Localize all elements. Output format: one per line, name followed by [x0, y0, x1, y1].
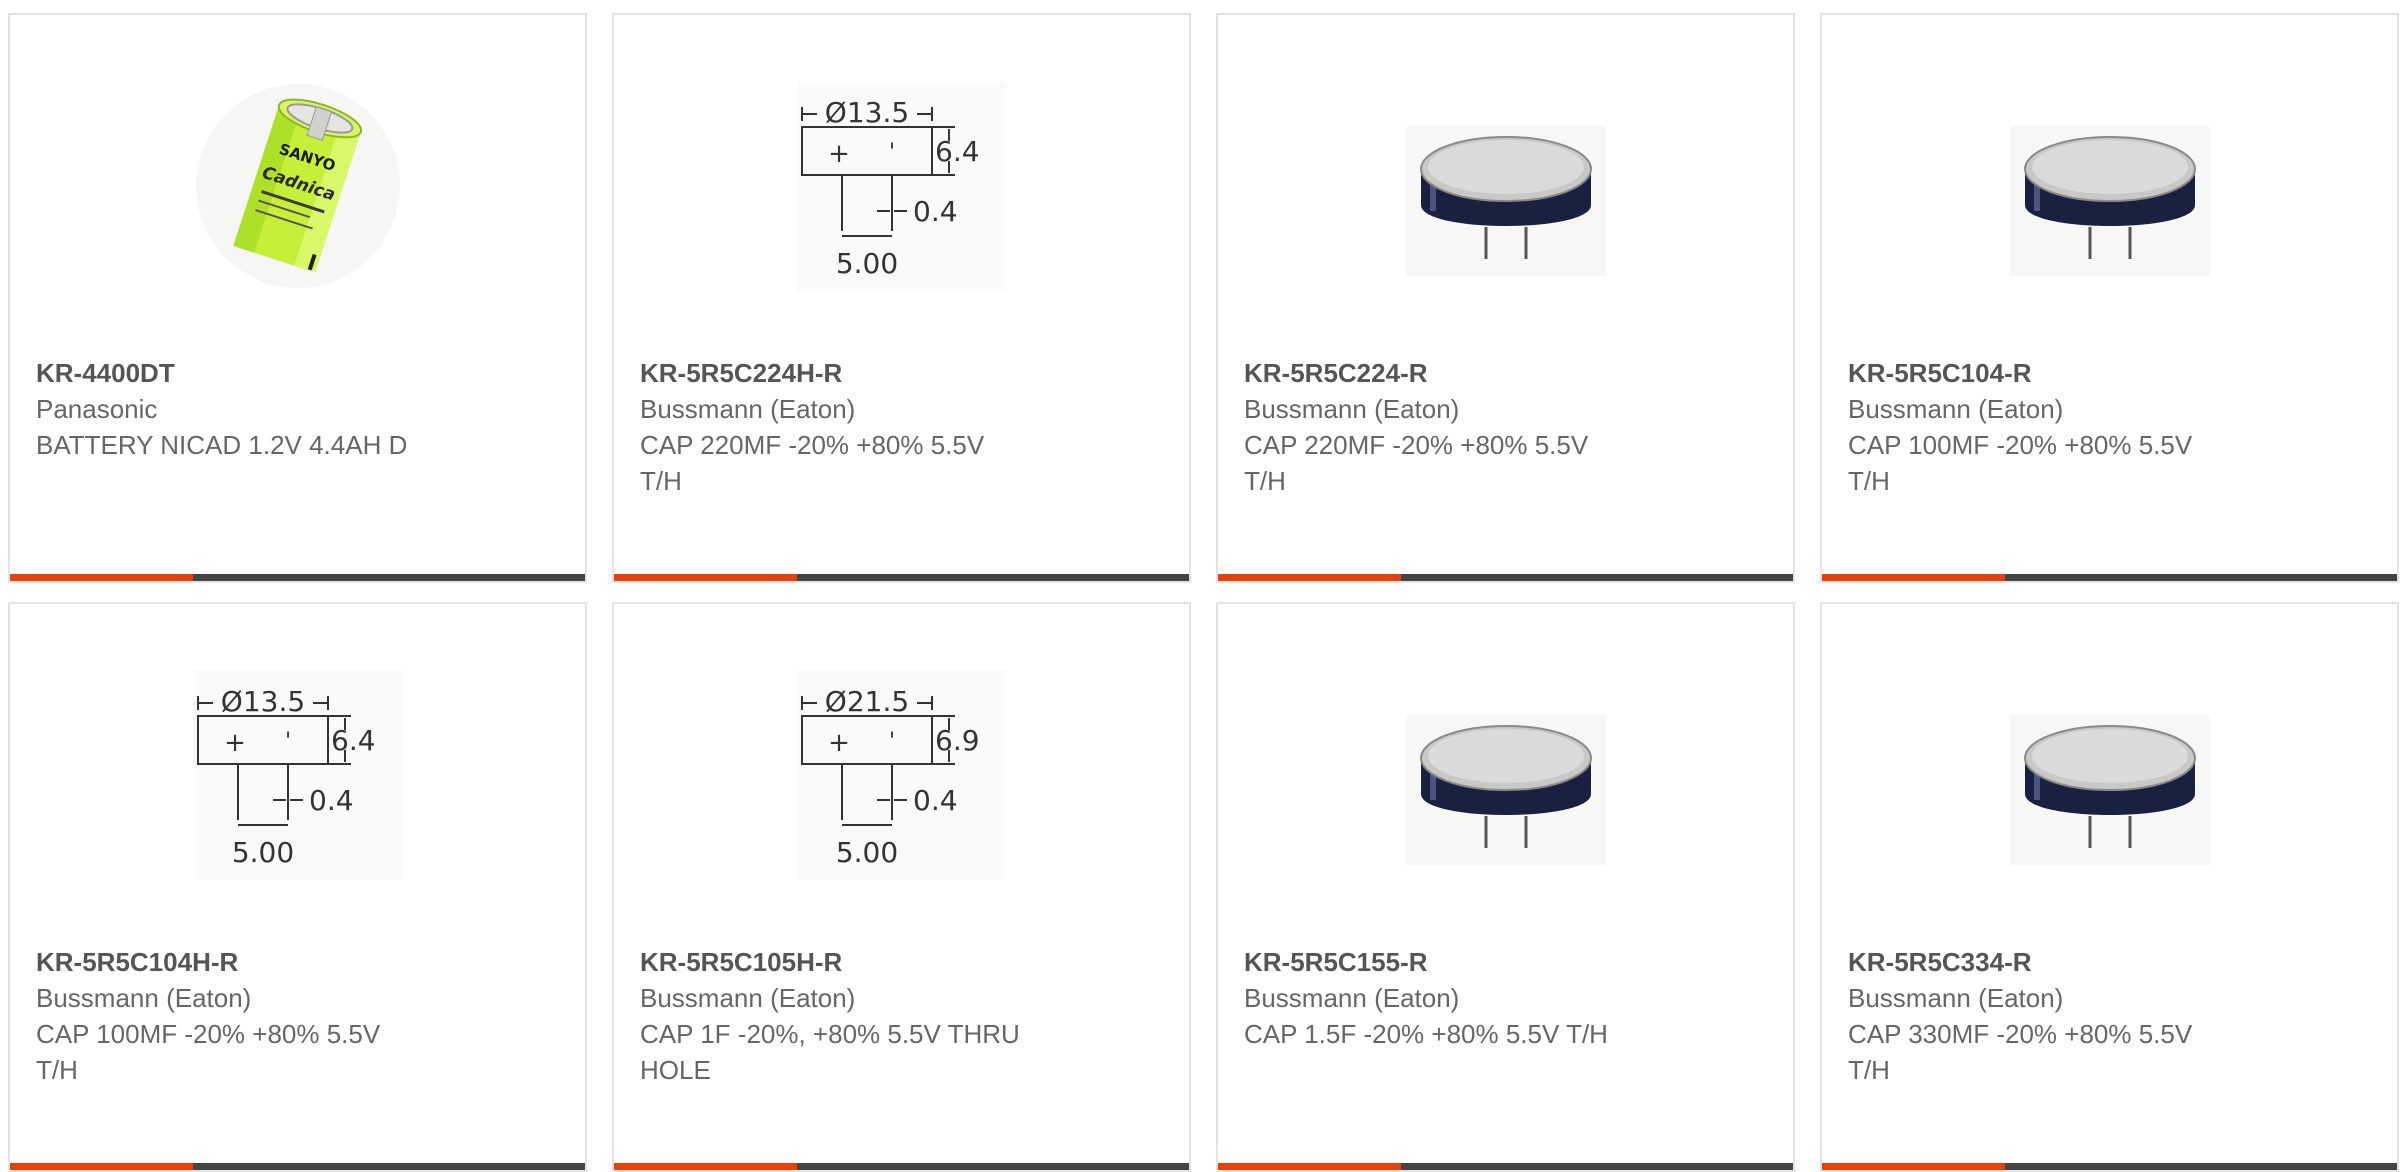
part-number[interactable]: KR-5R5C104-R: [1848, 355, 2367, 391]
manufacturer: Bussmann (Eaton): [640, 394, 856, 424]
drawing-pitch-label: 5.00: [835, 836, 897, 869]
svg-text:+: +: [828, 728, 850, 758]
manufacturer: Bussmann (Eaton): [36, 983, 252, 1013]
part-number[interactable]: KR-5R5C155-R: [1244, 944, 1763, 980]
product-info: KR-5R5C105H-R Bussmann (Eaton) CAP 1F -2…: [640, 944, 1159, 1088]
product-info: KR-5R5C224H-R Bussmann (Eaton) CAP 220MF…: [640, 355, 1159, 499]
manufacturer: Panasonic: [36, 394, 158, 424]
product-description: CAP 220MF -20% +80% 5.5V T/H: [1244, 430, 1589, 496]
supercapacitor-image[interactable]: [1401, 81, 1611, 291]
manufacturer: Bussmann (Eaton): [640, 983, 856, 1013]
product-description: CAP 330MF -20% +80% 5.5V T/H: [1848, 1019, 2193, 1085]
battery-image[interactable]: SANYO Cadnica: [193, 81, 403, 291]
product-description: CAP 220MF -20% +80% 5.5V T/H: [640, 430, 985, 496]
product-card[interactable]: SANYO Cadnica KR-4400DT Panasonic BATTER…: [8, 13, 587, 583]
manufacturer: Bussmann (Eaton): [1244, 394, 1460, 424]
drawing-diameter-label: Ø13.5: [220, 685, 304, 718]
manufacturer: Bussmann (Eaton): [1848, 983, 2064, 1013]
product-info: KR-5R5C104H-R Bussmann (Eaton) CAP 100MF…: [36, 944, 555, 1088]
svg-text:': ': [284, 729, 290, 754]
product-card[interactable]: KR-5R5C104-R Bussmann (Eaton) CAP 100MF …: [1820, 13, 2399, 583]
product-description: CAP 1.5F -20% +80% 5.5V T/H: [1244, 1019, 1608, 1049]
svg-text:': ': [888, 729, 894, 754]
dimension-drawing[interactable]: Ø21.5 + ' 6.9 0.4 5.00: [796, 670, 1007, 880]
product-description: BATTERY NICAD 1.2V 4.4AH D: [36, 430, 408, 460]
product-description: CAP 100MF -20% +80% 5.5V T/H: [1848, 430, 2193, 496]
drawing-height-label: 6.4: [331, 724, 376, 757]
product-card[interactable]: KR-5R5C334-R Bussmann (Eaton) CAP 330MF …: [1820, 602, 2399, 1172]
supercapacitor-image[interactable]: [2005, 670, 2215, 880]
product-info: KR-5R5C224-R Bussmann (Eaton) CAP 220MF …: [1244, 355, 1763, 499]
part-number[interactable]: KR-4400DT: [36, 355, 555, 391]
card-accent-bar: [1218, 574, 1793, 581]
card-accent-bar: [1822, 574, 2397, 581]
supercapacitor-image[interactable]: [2005, 81, 2215, 291]
product-description: CAP 1F -20%, +80% 5.5V THRU HOLE: [640, 1019, 1020, 1085]
drawing-height-label: 6.4: [935, 135, 980, 168]
product-card[interactable]: Ø13.5 + ' 6.4 0.4 5.00 KR-5R5C224H-R Bus…: [612, 13, 1191, 583]
part-number[interactable]: KR-5R5C334-R: [1848, 944, 2367, 980]
part-number[interactable]: KR-5R5C104H-R: [36, 944, 555, 980]
part-number[interactable]: KR-5R5C224-R: [1244, 355, 1763, 391]
drawing-pitch-label: 5.00: [231, 836, 293, 869]
product-info: KR-5R5C334-R Bussmann (Eaton) CAP 330MF …: [1848, 944, 2367, 1088]
product-card[interactable]: Ø13.5 + ' 6.4 0.4 5.00 KR-5R5C104H-R Bus…: [8, 602, 587, 1172]
part-number[interactable]: KR-5R5C105H-R: [640, 944, 1159, 980]
manufacturer: Bussmann (Eaton): [1244, 983, 1460, 1013]
drawing-lead-label: 0.4: [913, 784, 958, 817]
product-card[interactable]: KR-5R5C155-R Bussmann (Eaton) CAP 1.5F -…: [1216, 602, 1795, 1172]
drawing-height-label: 6.9: [935, 724, 980, 757]
drawing-diameter-label: Ø13.5: [824, 96, 908, 129]
dimension-drawing[interactable]: Ø13.5 + ' 6.4 0.4 5.00: [796, 81, 1007, 291]
card-accent-bar: [614, 574, 1189, 581]
card-accent-bar: [10, 574, 585, 581]
svg-text:+: +: [224, 728, 246, 758]
drawing-diameter-label: Ø21.5: [824, 685, 908, 718]
manufacturer: Bussmann (Eaton): [1848, 394, 2064, 424]
supercapacitor-image[interactable]: [1401, 670, 1611, 880]
svg-text:+: +: [828, 139, 850, 169]
product-card[interactable]: KR-5R5C224-R Bussmann (Eaton) CAP 220MF …: [1216, 13, 1795, 583]
product-info: KR-4400DT Panasonic BATTERY NICAD 1.2V 4…: [36, 355, 555, 463]
product-info: KR-5R5C155-R Bussmann (Eaton) CAP 1.5F -…: [1244, 944, 1763, 1052]
part-number[interactable]: KR-5R5C224H-R: [640, 355, 1159, 391]
product-grid: SANYO Cadnica KR-4400DT Panasonic BATTER…: [8, 13, 2399, 1172]
product-card[interactable]: Ø21.5 + ' 6.9 0.4 5.00 KR-5R5C105H-R Bus…: [612, 602, 1191, 1172]
dimension-drawing[interactable]: Ø13.5 + ' 6.4 0.4 5.00: [192, 670, 403, 880]
drawing-pitch-label: 5.00: [835, 247, 897, 280]
drawing-lead-label: 0.4: [913, 195, 958, 228]
drawing-lead-label: 0.4: [309, 784, 354, 817]
product-description: CAP 100MF -20% +80% 5.5V T/H: [36, 1019, 381, 1085]
svg-text:': ': [888, 140, 894, 165]
product-info: KR-5R5C104-R Bussmann (Eaton) CAP 100MF …: [1848, 355, 2367, 499]
